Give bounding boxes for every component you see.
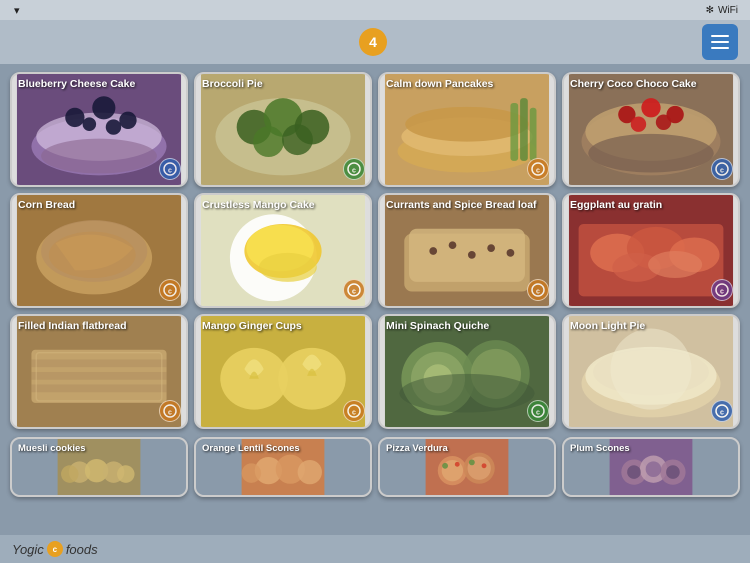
recipe-badge: c (527, 158, 549, 180)
recipe-title: Cherry Coco Choco Cake (570, 78, 732, 91)
recipe-card[interactable]: Currants and Spice Bread loaf c (378, 193, 556, 308)
svg-text:c: c (536, 410, 540, 417)
status-bar: ▾ ✻ WiFi (0, 0, 750, 20)
menu-button[interactable] (702, 24, 738, 60)
svg-text:c: c (720, 410, 724, 417)
recipe-card[interactable]: Eggplant au gratin c (562, 193, 740, 308)
recipe-card[interactable]: Blueberry Cheese Cake c (10, 72, 188, 187)
recipe-card[interactable]: Mini Spinach Quiche c (378, 314, 556, 429)
recipe-badge: c (711, 158, 733, 180)
recipe-card-partial[interactable]: Orange Lentil Scones (194, 437, 372, 497)
wifi-icon: ▾ (14, 4, 20, 17)
hamburger-icon (711, 35, 729, 49)
recipe-card-partial[interactable]: Pizza Verdura (378, 437, 556, 497)
recipe-title: Mango Ginger Cups (202, 320, 364, 333)
recipe-badge: c (711, 400, 733, 422)
recipe-grid-partial: Muesli cookies Orange Lentil Scones Pizz… (0, 437, 750, 497)
recipe-badge: c (159, 158, 181, 180)
recipe-title: Plum Scones (570, 443, 732, 454)
svg-text:c: c (352, 289, 356, 296)
status-left: ▾ (8, 4, 20, 17)
svg-text:c: c (720, 289, 724, 296)
recipe-badge: c (711, 279, 733, 301)
svg-text:c: c (720, 168, 724, 175)
recipe-title: Broccoli Pie (202, 78, 364, 91)
recipe-title: Orange Lentil Scones (202, 443, 364, 454)
recipe-title: Eggplant au gratin (570, 199, 732, 212)
recipe-card-partial[interactable]: Plum Scones (562, 437, 740, 497)
logo-icon: 4 (359, 28, 387, 56)
bluetooth-icon: ✻ (706, 5, 714, 16)
recipe-card[interactable]: Cherry Coco Choco Cake c (562, 72, 740, 187)
header: 4 (0, 20, 750, 64)
recipe-card[interactable]: Calm down Pancakes c (378, 72, 556, 187)
recipe-card[interactable]: Moon Light Pie c (562, 314, 740, 429)
svg-text:c: c (168, 410, 172, 417)
recipe-title: Calm down Pancakes (386, 78, 548, 91)
bottom-logo: Yogic c foods (12, 541, 98, 557)
svg-text:c: c (168, 289, 172, 296)
recipe-title: Moon Light Pie (570, 320, 732, 333)
recipe-title: Corn Bread (18, 199, 180, 212)
bottom-logo-text: Yogic (12, 542, 44, 557)
recipe-card[interactable]: Filled Indian flatbread c (10, 314, 188, 429)
recipe-title: Filled Indian flatbread (18, 320, 180, 333)
svg-text:c: c (536, 289, 540, 296)
recipe-card[interactable]: Crustless Mango Cake c (194, 193, 372, 308)
recipe-badge: c (343, 158, 365, 180)
wifi-signal-icon: WiFi (718, 5, 738, 16)
recipe-card[interactable]: Broccoli Pie c (194, 72, 372, 187)
app-logo: 4 (359, 28, 391, 56)
recipe-badge: c (343, 400, 365, 422)
recipe-badge: c (159, 400, 181, 422)
svg-text:c: c (352, 410, 356, 417)
recipe-title: Mini Spinach Quiche (386, 320, 548, 333)
recipe-title: Muesli cookies (18, 443, 180, 454)
bottom-logo-suffix: foods (66, 542, 98, 557)
bottom-logo-icon: c (47, 541, 63, 557)
bottom-bar: Yogic c foods (0, 535, 750, 563)
svg-text:c: c (536, 168, 540, 175)
recipe-grid: Blueberry Cheese Cake c Broccoli Pie c (0, 64, 750, 437)
recipe-title: Crustless Mango Cake (202, 199, 364, 212)
svg-text:c: c (168, 168, 172, 175)
recipe-badge: c (343, 279, 365, 301)
recipe-card[interactable]: Mango Ginger Cups c (194, 314, 372, 429)
recipe-badge: c (159, 279, 181, 301)
recipe-card-partial[interactable]: Muesli cookies (10, 437, 188, 497)
recipe-badge: c (527, 279, 549, 301)
recipe-title: Currants and Spice Bread loaf (386, 199, 548, 212)
recipe-card[interactable]: Corn Bread c (10, 193, 188, 308)
recipe-badge: c (527, 400, 549, 422)
recipe-title: Blueberry Cheese Cake (18, 78, 180, 91)
svg-text:c: c (352, 168, 356, 175)
recipe-title: Pizza Verdura (386, 443, 548, 454)
status-right: ✻ WiFi (706, 5, 742, 16)
